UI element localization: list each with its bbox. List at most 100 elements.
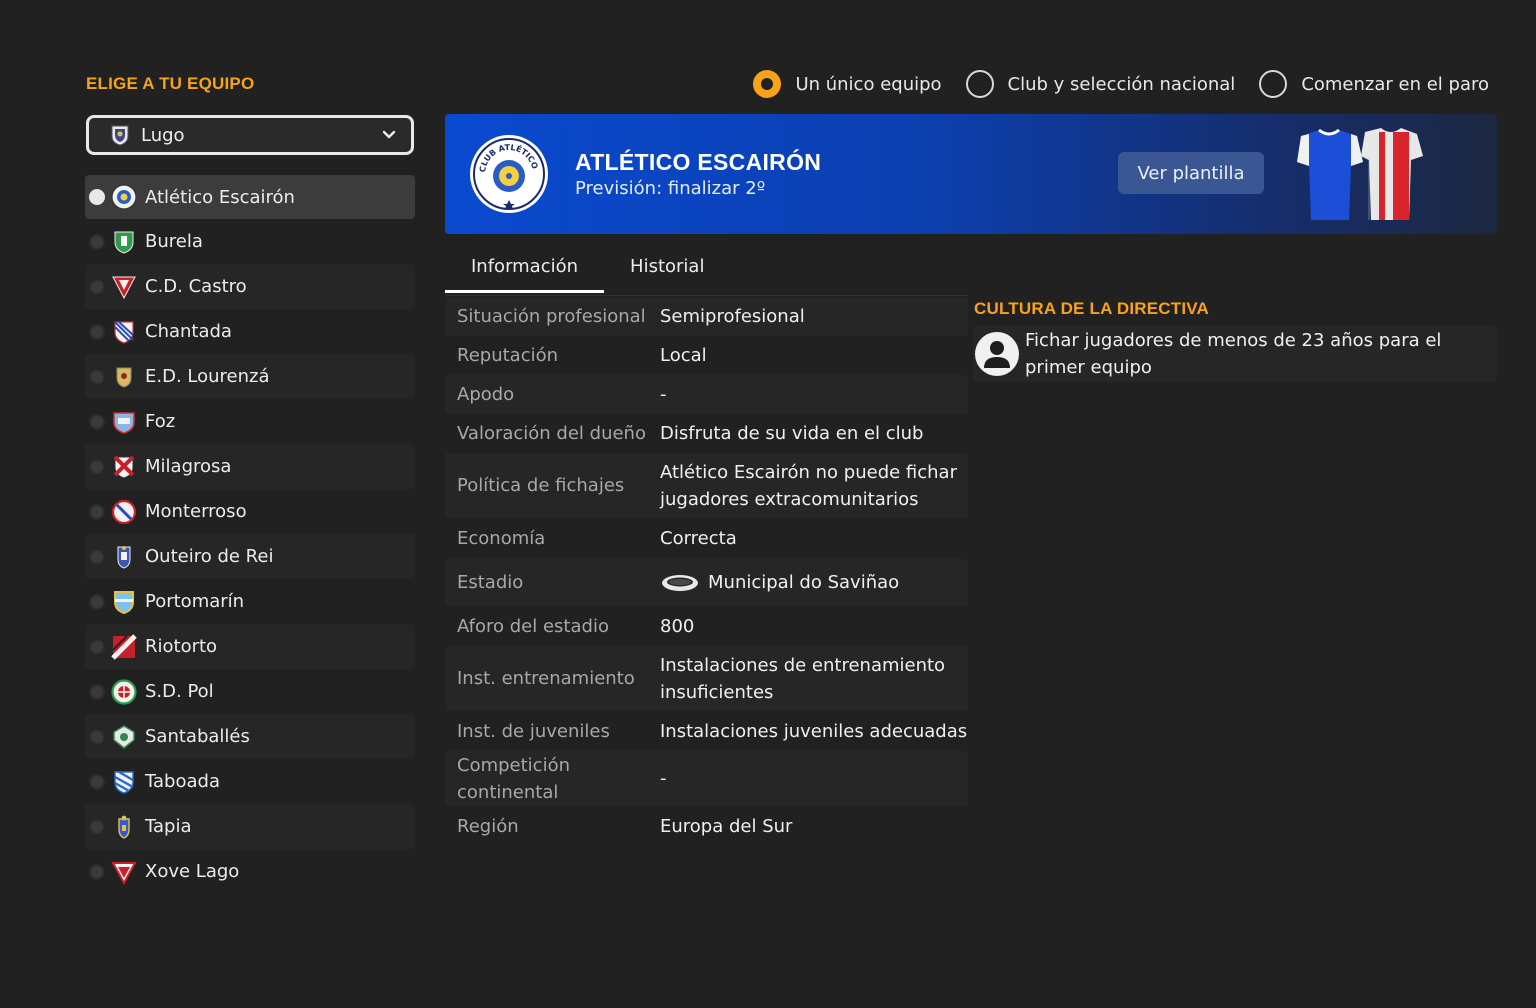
mode-unemployed[interactable]: Comenzar en el paro <box>1259 70 1489 98</box>
team-list-item[interactable]: Burela <box>85 219 415 264</box>
radio-icon[interactable] <box>89 413 105 430</box>
info-value-stadium: Municipal do Saviñao <box>660 569 968 596</box>
radio-icon[interactable] <box>965 70 994 98</box>
info-row: Estadio Municipal do Saviñao <box>445 559 968 606</box>
league-dropdown[interactable]: Lugo <box>86 115 414 155</box>
info-row: Aforo del estadio 800 <box>445 606 968 646</box>
view-squad-button[interactable]: Ver plantilla <box>1118 152 1264 194</box>
person-icon <box>975 332 1019 376</box>
radio-icon[interactable] <box>89 503 105 520</box>
radio-icon[interactable] <box>89 278 105 295</box>
info-key: Inst. entrenamiento <box>457 668 635 689</box>
radio-icon[interactable] <box>89 773 105 790</box>
info-key: Competición continental <box>457 754 570 803</box>
radio-icon[interactable] <box>89 593 105 610</box>
club-forecast: Previsión: finalizar 2º <box>575 178 766 199</box>
team-list-item[interactable]: Xove Lago <box>85 849 415 894</box>
team-name: Burela <box>145 231 203 252</box>
radio-icon[interactable] <box>89 458 105 475</box>
radio-icon[interactable] <box>89 548 105 565</box>
team-crest-icon <box>114 320 134 344</box>
info-key: Región <box>457 815 519 837</box>
team-list-item[interactable]: Foz <box>85 399 415 444</box>
lugo-crest-icon <box>111 125 129 146</box>
team-crest-icon <box>111 633 137 660</box>
tab-information[interactable]: Información <box>445 248 605 293</box>
team-crest-icon <box>113 455 135 479</box>
info-value: Disfruta de su vida en el club <box>660 423 924 444</box>
club-kits-icon <box>1297 128 1423 220</box>
tab-history[interactable]: Historial <box>604 248 730 293</box>
team-crest-icon <box>114 590 134 614</box>
radio-icon[interactable] <box>89 818 105 835</box>
team-crest-icon <box>113 411 135 434</box>
info-row: Valoración del dueño Disfruta de su vida… <box>445 414 968 453</box>
radio-selected-icon[interactable] <box>753 70 782 98</box>
info-row: Reputación Local <box>445 336 968 375</box>
stadium-icon <box>662 574 698 591</box>
team-name: Santaballés <box>145 726 250 747</box>
team-list-item[interactable]: Chantada <box>85 309 415 354</box>
radio-icon[interactable] <box>89 728 105 745</box>
team-list-item[interactable]: C.D. Castro <box>85 264 415 309</box>
club-info-table: Situación profesional Semiprofesional Re… <box>445 297 968 846</box>
radio-icon[interactable] <box>89 638 105 655</box>
club-banner: CLUB ATLÉTICO ESCAIRÓN ATLÉTICO ESCAIRÓN… <box>445 114 1497 234</box>
team-list-item[interactable]: Santaballés <box>85 714 415 759</box>
team-crest-icon <box>116 367 132 388</box>
radio-selected-icon[interactable] <box>89 189 105 205</box>
team-name: Monterroso <box>145 501 247 522</box>
team-list-item[interactable]: Monterroso <box>85 489 415 534</box>
info-row: Situación profesional Semiprofesional <box>445 297 968 336</box>
info-row: Inst. entrenamiento Instalaciones de ent… <box>445 646 968 711</box>
info-value: Local <box>660 345 707 366</box>
info-key: Aforo del estadio <box>457 615 609 637</box>
team-name: Outeiro de Rei <box>145 546 274 567</box>
team-list-item[interactable]: S.D. Pol <box>85 669 415 714</box>
info-key: Política de fichajes <box>457 475 625 496</box>
mode-label: Club y selección nacional <box>1007 73 1236 95</box>
info-row: Apodo - <box>445 375 968 414</box>
info-key: Valoración del dueño <box>457 423 646 444</box>
team-crest-icon <box>112 276 136 299</box>
info-value: - <box>660 384 667 405</box>
mode-single-team[interactable]: Un único equipo <box>753 70 942 98</box>
team-name: S.D. Pol <box>145 681 214 702</box>
info-value: Europa del Sur <box>660 815 793 837</box>
mode-label: Un único equipo <box>795 73 942 95</box>
team-name: Xove Lago <box>145 861 240 882</box>
info-value: Correcta <box>660 528 737 549</box>
radio-icon[interactable] <box>89 233 105 250</box>
radio-icon[interactable] <box>89 323 105 340</box>
team-list-item[interactable]: Milagrosa <box>85 444 415 489</box>
radio-icon[interactable] <box>1259 70 1288 98</box>
team-crest-icon <box>114 231 134 254</box>
info-key: Economía <box>457 528 546 549</box>
radio-icon[interactable] <box>89 368 105 385</box>
team-list-item[interactable]: Atlético Escairón <box>85 175 415 219</box>
radio-icon[interactable] <box>89 683 105 700</box>
team-list-item[interactable]: Portomarín <box>85 579 415 624</box>
info-value: Instalaciones juveniles adecuadas <box>660 720 968 742</box>
info-key: Estadio <box>457 572 524 593</box>
pick-team-title: ELIGE A TU EQUIPO <box>86 74 255 93</box>
chevron-down-icon <box>382 130 396 139</box>
team-list-item[interactable]: Tapia <box>85 804 415 849</box>
radio-icon[interactable] <box>89 863 105 880</box>
info-key: Situación profesional <box>457 306 646 327</box>
club-logo: CLUB ATLÉTICO ESCAIRÓN <box>469 134 548 213</box>
info-value: 800 <box>660 615 695 637</box>
team-list-item[interactable]: Taboada <box>85 759 415 804</box>
team-name: Foz <box>145 411 176 432</box>
team-list-item[interactable]: E.D. Lourenzá <box>85 354 415 399</box>
stadium-name: Municipal do Saviñao <box>708 572 900 593</box>
team-name: Atlético Escairón <box>145 186 295 208</box>
info-row: Política de fichajes Atlético Escairón n… <box>445 453 968 518</box>
team-list-item[interactable]: Riotorto <box>85 624 415 669</box>
league-dropdown-value: Lugo <box>141 124 185 146</box>
team-list-item[interactable]: Outeiro de Rei <box>85 534 415 579</box>
team-name: E.D. Lourenzá <box>145 366 270 387</box>
info-row: Economía Correcta <box>445 518 968 559</box>
mode-club-and-national[interactable]: Club y selección nacional <box>965 70 1236 98</box>
info-value: Semiprofesional <box>660 306 805 327</box>
